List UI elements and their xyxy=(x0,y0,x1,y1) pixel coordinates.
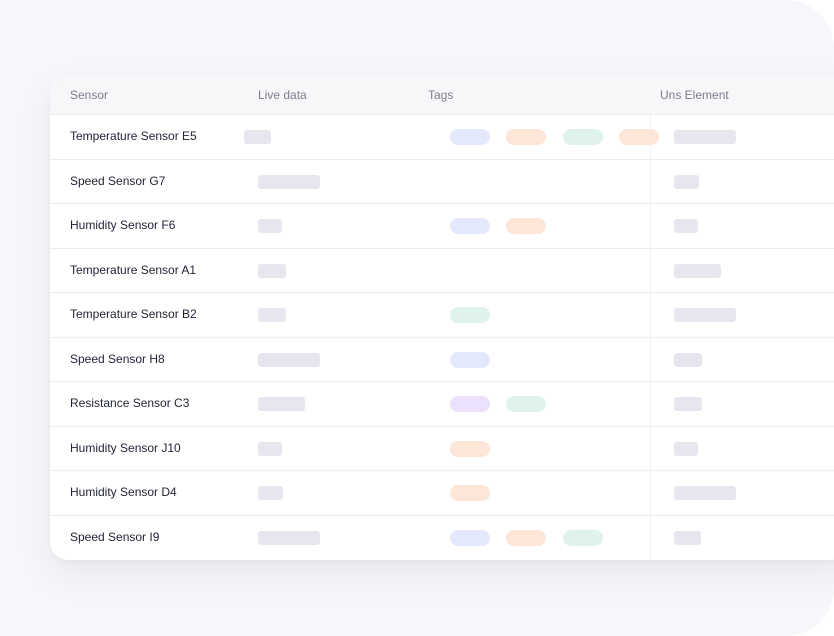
sensor-name: Speed Sensor G7 xyxy=(70,173,166,188)
tag-chip-teal[interactable] xyxy=(506,396,546,412)
uns-element-placeholder xyxy=(674,352,702,367)
table-header: Sensor Live data Tags Uns Element xyxy=(50,76,834,114)
sensor-name: Speed Sensor H8 xyxy=(70,351,165,366)
table-row[interactable]: Speed Sensor I9 xyxy=(50,514,834,559)
sensor-name: Speed Sensor I9 xyxy=(70,529,160,544)
sensor-name: Temperature Sensor B2 xyxy=(70,307,197,321)
tag-chip-teal[interactable] xyxy=(563,529,603,546)
column-header-uns-element[interactable]: Uns Element xyxy=(660,88,729,102)
live-data-placeholder xyxy=(258,441,282,456)
table-row[interactable]: Humidity Sensor J10 xyxy=(50,425,834,470)
sensor-table: Sensor Live data Tags Uns Element Temper… xyxy=(50,76,834,560)
table-row[interactable]: Temperature Sensor A1 xyxy=(50,247,834,292)
tag-chip-blue[interactable] xyxy=(450,129,490,145)
sensor-name: Temperature Sensor E5 xyxy=(70,129,197,143)
tag-chip-teal[interactable] xyxy=(450,307,490,323)
uns-element-placeholder xyxy=(674,441,698,456)
tag-chip-orange[interactable] xyxy=(506,129,546,145)
table-row[interactable]: Resistance Sensor C3 xyxy=(50,381,834,425)
live-data-placeholder xyxy=(258,219,282,233)
tag-chip-blue[interactable] xyxy=(450,218,490,234)
uns-element-placeholder xyxy=(674,486,736,500)
uns-element-placeholder xyxy=(674,174,699,189)
tag-chip-orange[interactable] xyxy=(506,218,546,234)
live-data-placeholder xyxy=(258,174,320,189)
tag-chip-blue[interactable] xyxy=(450,351,490,368)
sensor-name: Resistance Sensor C3 xyxy=(70,396,190,410)
live-data-placeholder xyxy=(258,486,283,500)
live-data-placeholder xyxy=(258,530,320,545)
live-data-placeholder xyxy=(258,308,286,322)
column-header-sensor[interactable]: Sensor xyxy=(70,88,108,102)
tag-chip-orange[interactable] xyxy=(619,129,659,145)
table-row[interactable]: Speed Sensor H8 xyxy=(50,336,834,381)
table-row[interactable]: Humidity Sensor D4 xyxy=(50,470,834,514)
uns-element-placeholder xyxy=(674,308,736,322)
table-row[interactable]: Humidity Sensor F6 xyxy=(50,203,834,247)
table-row[interactable]: Temperature Sensor E5 xyxy=(50,114,834,158)
uns-element-placeholder xyxy=(674,130,736,144)
table-row[interactable]: Temperature Sensor B2 xyxy=(50,292,834,336)
live-data-placeholder xyxy=(258,352,320,367)
tag-chip-orange[interactable] xyxy=(450,485,490,501)
uns-element-placeholder xyxy=(674,530,701,545)
tag-chip-blue[interactable] xyxy=(450,529,490,546)
sensor-name: Temperature Sensor A1 xyxy=(70,262,197,277)
uns-element-placeholder xyxy=(674,397,702,411)
column-header-tags[interactable]: Tags xyxy=(428,88,453,102)
live-data-placeholder xyxy=(258,397,305,411)
sensor-name: Humidity Sensor F6 xyxy=(70,218,176,232)
tag-chip-orange[interactable] xyxy=(450,440,490,457)
tag-chip-orange[interactable] xyxy=(506,529,546,546)
column-header-live-data[interactable]: Live data xyxy=(258,88,307,102)
live-data-placeholder xyxy=(244,130,271,144)
table-row[interactable]: Speed Sensor G7 xyxy=(50,158,834,203)
sensor-name: Humidity Sensor D4 xyxy=(70,485,177,499)
tag-chip-teal[interactable] xyxy=(563,129,603,145)
uns-element-placeholder xyxy=(674,219,698,233)
tag-chip-purple[interactable] xyxy=(450,396,490,412)
live-data-placeholder xyxy=(258,263,286,278)
uns-element-placeholder xyxy=(674,263,721,278)
sensor-name: Humidity Sensor J10 xyxy=(70,440,181,455)
